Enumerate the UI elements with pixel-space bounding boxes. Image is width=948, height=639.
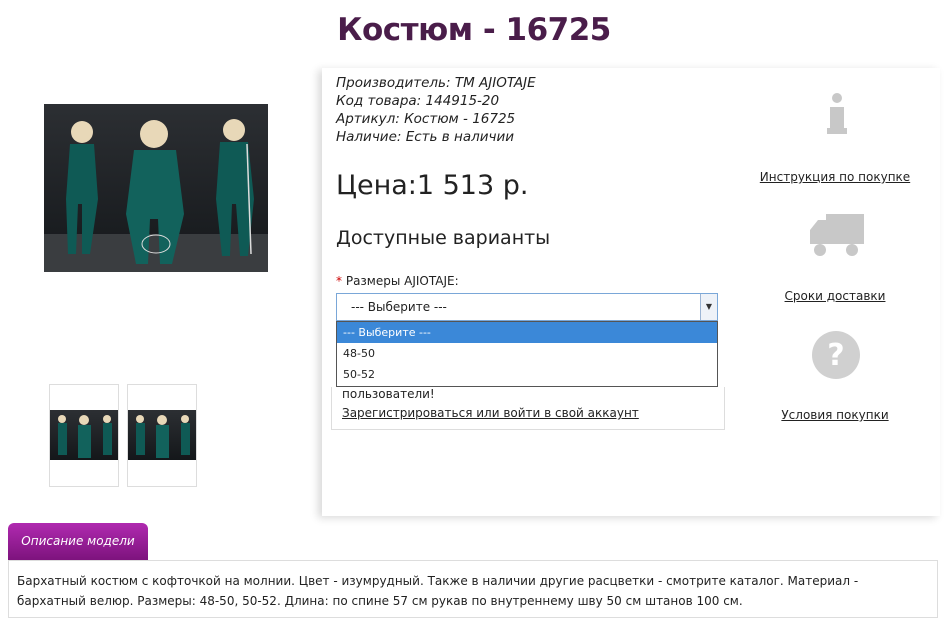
product-description: Бархатный костюм с кофточкой на молнии. … bbox=[8, 560, 938, 618]
size-option[interactable]: 50-52 bbox=[337, 364, 717, 385]
size-select[interactable]: --- Выберите --- ▼ bbox=[336, 293, 718, 321]
manufacturer-label: Производитель: bbox=[336, 75, 451, 91]
sizes-label-text: Размеры AJIOTAJE: bbox=[345, 274, 459, 288]
product-photo bbox=[44, 119, 268, 272]
size-select-value: --- Выберите --- bbox=[351, 300, 447, 314]
manufacturer-row: Производитель: ТМ AJIOTAJE bbox=[336, 74, 536, 92]
product-price: Цена:1 513 р. bbox=[336, 170, 529, 201]
login-notice-text: пользователи! bbox=[342, 387, 435, 401]
info-icon bbox=[826, 92, 848, 140]
login-notice: пользователи! Зарегистрироваться или вой… bbox=[331, 387, 725, 430]
tab-description[interactable]: Описание модели bbox=[8, 523, 148, 560]
sizes-label: * Размеры AJIOTAJE: bbox=[336, 274, 459, 288]
register-login-link[interactable]: Зарегистрироваться или войти в свой акка… bbox=[342, 406, 639, 420]
size-option[interactable]: --- Выберите --- bbox=[337, 322, 717, 343]
size-option[interactable]: 48-50 bbox=[337, 343, 717, 364]
product-main-image[interactable] bbox=[44, 104, 268, 272]
variants-title: Доступные варианты bbox=[336, 227, 551, 249]
product-title: Костюм - 16725 bbox=[337, 12, 611, 48]
instruction-link[interactable]: Инструкция по покупке bbox=[755, 170, 915, 184]
code-label: Код товара: bbox=[336, 93, 422, 109]
chevron-down-icon[interactable]: ▼ bbox=[700, 294, 717, 320]
sku-label: Артикул: bbox=[336, 111, 400, 127]
stock-label: Наличие: bbox=[336, 129, 402, 145]
terms-link[interactable]: Условия покупки bbox=[755, 408, 915, 422]
stock-value: Есть в наличии bbox=[405, 129, 515, 145]
question-icon: ? bbox=[811, 330, 861, 384]
thumbnail-image bbox=[50, 410, 118, 460]
manufacturer-value[interactable]: ТМ AJIOTAJE bbox=[455, 75, 536, 91]
required-mark: * bbox=[336, 274, 342, 288]
sku-value: Костюм - 16725 bbox=[404, 111, 516, 127]
product-thumbnail-2[interactable] bbox=[127, 384, 197, 487]
product-details: Производитель: ТМ AJIOTAJE Код товара: 1… bbox=[336, 74, 536, 146]
delivery-link[interactable]: Сроки доставки bbox=[755, 289, 915, 303]
svg-text:?: ? bbox=[827, 338, 844, 373]
truck-icon bbox=[808, 212, 866, 262]
thumbnail-image bbox=[128, 410, 196, 460]
product-thumbnail-1[interactable] bbox=[49, 384, 119, 487]
code-row: Код товара: 144915-20 bbox=[336, 92, 536, 110]
size-dropdown-list: --- Выберите --- 48-50 50-52 bbox=[336, 321, 718, 387]
stock-row: Наличие: Есть в наличии bbox=[336, 128, 536, 146]
code-value: 144915-20 bbox=[425, 93, 500, 109]
sku-row: Артикул: Костюм - 16725 bbox=[336, 110, 536, 128]
